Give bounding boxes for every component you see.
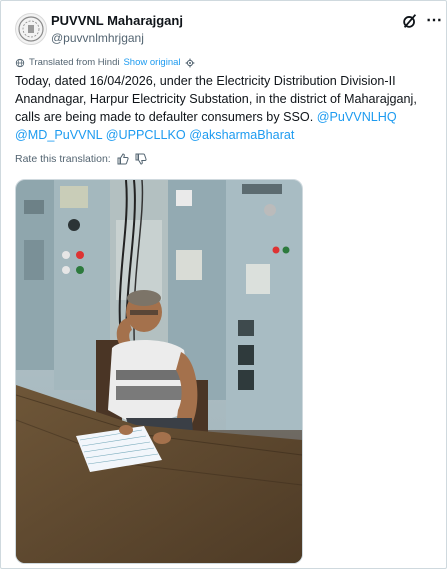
- author-handle[interactable]: @puvvnlmhrjganj: [51, 31, 144, 45]
- avatar[interactable]: [15, 13, 47, 45]
- translation-note: Translated from Hindi: [29, 57, 120, 68]
- mention-link[interactable]: @UPPCLLKO: [106, 128, 186, 142]
- show-original-link[interactable]: Show original: [123, 57, 180, 68]
- grok-icon[interactable]: [401, 12, 419, 30]
- post-photo[interactable]: [15, 179, 303, 564]
- mention-link[interactable]: @PuVVNLHQ: [317, 110, 397, 124]
- mention-link[interactable]: @MD_PuVVNL: [15, 128, 102, 142]
- more-icon[interactable]: ⋯: [426, 10, 442, 30]
- mention-link[interactable]: @aksharmaBharat: [189, 128, 294, 142]
- post-card: PUVVNL Maharajganj @puvvnlmhrjganj ⋯ Tra…: [0, 0, 447, 569]
- author-name[interactable]: PUVVNL Maharajganj: [51, 13, 183, 28]
- settings-icon[interactable]: [185, 58, 195, 68]
- rate-translation: Rate this translation:: [15, 153, 147, 165]
- translation-row: Translated from Hindi Show original: [15, 56, 195, 69]
- translate-icon: [15, 58, 25, 67]
- post-text: Today, dated 16/04/2026, under the Elect…: [15, 72, 435, 144]
- thumbs-down-icon[interactable]: [135, 153, 147, 165]
- thumbs-up-icon[interactable]: [117, 153, 129, 165]
- rate-label: Rate this translation:: [15, 153, 111, 165]
